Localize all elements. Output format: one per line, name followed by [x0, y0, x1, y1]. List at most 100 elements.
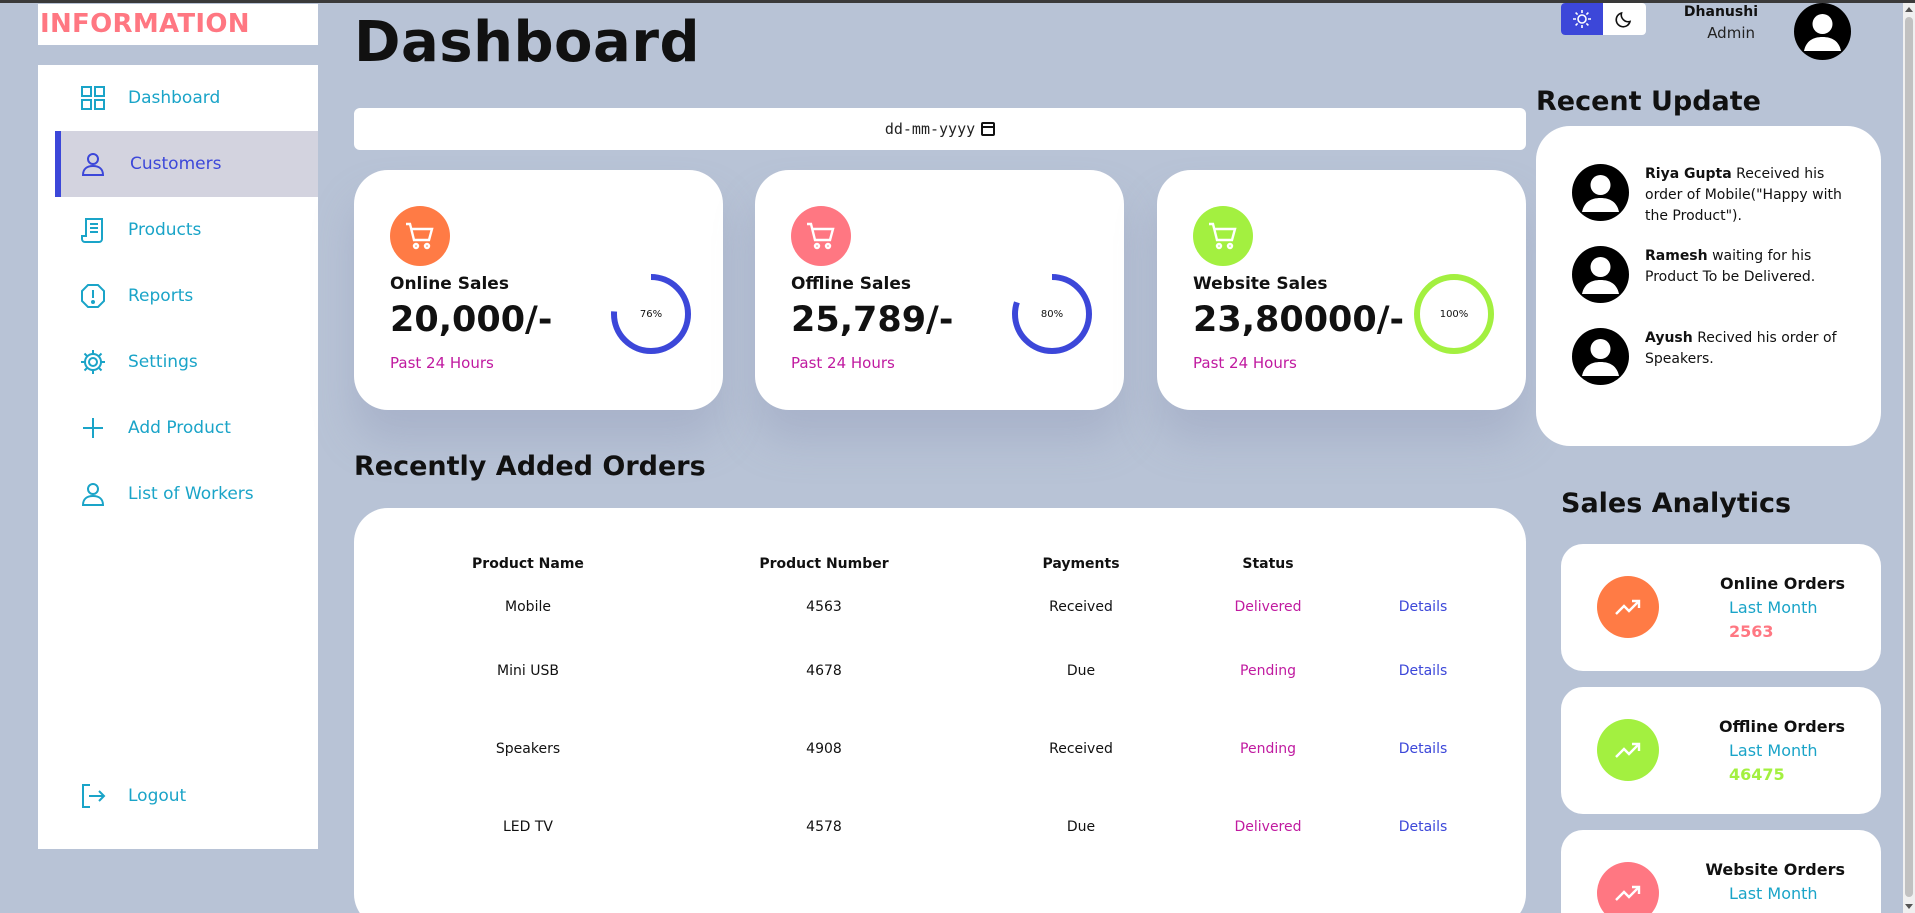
product-number: 4578: [806, 819, 842, 835]
payment-status: Due: [1066, 819, 1096, 835]
column-header: Product Number: [759, 556, 889, 572]
update-text: Ramesh waiting for his Product To be Del…: [1645, 246, 1862, 303]
grid-icon: [78, 83, 108, 113]
updates-title: Recent Update: [1536, 86, 1761, 117]
product-name: Mini USB: [497, 663, 559, 679]
product-name: Speakers: [495, 741, 561, 757]
sidebar-item-label: Dashboard: [128, 88, 221, 108]
avatar: [1572, 164, 1629, 221]
column-header: Payments: [1042, 556, 1120, 572]
analytics-title: Sales Analytics: [1561, 488, 1792, 519]
orders-table-panel: Product Name Product Number Payments Sta…: [354, 508, 1526, 913]
payment-status: Received: [1049, 599, 1113, 615]
order-status: Delivered: [1234, 819, 1302, 835]
logout-icon: [78, 781, 108, 811]
details-link[interactable]: Details: [1320, 710, 1526, 788]
sidebar-item-add-product[interactable]: Add Product: [38, 395, 318, 461]
product-name: Mobile: [505, 599, 551, 615]
analytics-card-title: Offline Orders: [1719, 717, 1845, 736]
update-item: Ayush Recived his order of Speakers.: [1572, 328, 1862, 385]
logout-label: Logout: [128, 786, 187, 806]
cart-icon: [1193, 206, 1253, 266]
receipt-icon: [78, 215, 108, 245]
payment-status: Due: [1066, 663, 1096, 679]
sidebar-item-reports[interactable]: Reports: [38, 263, 318, 329]
page-scrollbar[interactable]: [1903, 3, 1915, 913]
card-value: 23,80000/-: [1193, 300, 1405, 340]
orders-title: Recently Added Orders: [354, 451, 706, 482]
date-input[interactable]: dd-mm-yyyy: [354, 108, 1526, 150]
alert-icon: [78, 281, 108, 311]
sidebar-item-label: Products: [128, 220, 202, 240]
analytics-card-period: Last Month: [1729, 884, 1818, 903]
sidebar-item-label: Settings: [128, 352, 198, 372]
analytics-card-title: Website Orders: [1705, 860, 1845, 879]
table-row: Speakers 4908 Received Pending Details: [354, 710, 1526, 788]
scroll-down-arrow[interactable]: [1905, 904, 1913, 909]
online-sales-card: Online Sales 20,000/- Past 24 Hours 76%: [354, 170, 723, 410]
card-subtitle: Past 24 Hours: [390, 354, 494, 372]
column-header: Status: [1242, 556, 1294, 572]
sidebar-item-label: List of Workers: [128, 484, 254, 504]
update-user: Ayush: [1645, 330, 1693, 346]
sidebar-item-label: Customers: [130, 154, 222, 174]
sidebar-item-label: Add Product: [128, 418, 231, 438]
theme-toggle[interactable]: [1561, 3, 1646, 35]
trending-up-icon: [1597, 862, 1659, 913]
payment-status: Received: [1049, 741, 1113, 757]
progress-label: 100%: [1439, 308, 1469, 320]
sidebar-item-settings[interactable]: Settings: [38, 329, 318, 395]
sun-icon[interactable]: [1561, 3, 1603, 35]
update-text: Ayush Recived his order of Speakers.: [1645, 328, 1862, 385]
avatar: [1572, 328, 1629, 385]
online-orders-card: Online Orders Last Month 2563: [1561, 544, 1881, 671]
card-title: Website Sales: [1193, 274, 1328, 294]
sidebar-item-customers[interactable]: Customers: [55, 131, 318, 197]
progress-label: 80%: [1040, 308, 1064, 320]
cart-icon: [791, 206, 851, 266]
product-name: LED TV: [502, 819, 553, 835]
scroll-up-arrow[interactable]: [1905, 7, 1913, 12]
sidebar-item-dashboard[interactable]: Dashboard: [38, 65, 318, 131]
calendar-icon[interactable]: [981, 122, 996, 136]
user-name: Dhanushi: [1683, 4, 1758, 20]
person-icon: [78, 149, 108, 179]
card-value: 25,789/-: [791, 300, 954, 340]
product-number: 4678: [806, 663, 842, 679]
cart-icon: [390, 206, 450, 266]
moon-icon[interactable]: [1603, 3, 1645, 35]
analytics-card-value: 2563: [1729, 622, 1774, 641]
logout-button[interactable]: Logout: [38, 763, 318, 829]
details-link[interactable]: Details: [1320, 632, 1526, 710]
user-role: Admin: [1707, 24, 1755, 42]
card-title: Online Sales: [390, 274, 509, 294]
orders-table: Product Name Product Number Payments Sta…: [354, 546, 1526, 866]
sidebar-item-list-of-workers[interactable]: List of Workers: [38, 461, 318, 527]
details-link[interactable]: Details: [1320, 788, 1526, 866]
brand-logo: INFORMATION: [38, 4, 318, 45]
product-number: 4563: [806, 599, 842, 615]
order-status: Delivered: [1234, 599, 1302, 615]
details-link[interactable]: Details: [1320, 582, 1526, 632]
sidebar-item-label: Reports: [128, 286, 194, 306]
update-text: Riya Gupta Received his order of Mobile(…: [1645, 164, 1862, 227]
trending-up-icon: [1597, 719, 1659, 781]
scroll-thumb[interactable]: [1905, 17, 1913, 897]
card-value: 20,000/-: [390, 300, 553, 340]
analytics-card-period: Last Month: [1729, 598, 1818, 617]
avatar[interactable]: [1794, 3, 1851, 60]
column-header: Product Name: [472, 556, 584, 572]
progress-label: 76%: [639, 308, 663, 320]
update-item: Ramesh waiting for his Product To be Del…: [1572, 246, 1862, 303]
product-number: 4908: [806, 741, 842, 757]
sidebar-item-products[interactable]: Products: [38, 197, 318, 263]
offline-sales-card: Offline Sales 25,789/- Past 24 Hours 80%: [755, 170, 1124, 410]
page-title: Dashboard: [354, 10, 701, 75]
person-icon: [78, 479, 108, 509]
website-sales-card: Website Sales 23,80000/- Past 24 Hours 1…: [1157, 170, 1526, 410]
date-placeholder: dd-mm-yyyy: [884, 120, 976, 138]
analytics-card-period: Last Month: [1729, 741, 1818, 760]
update-item: Riya Gupta Received his order of Mobile(…: [1572, 164, 1862, 227]
card-subtitle: Past 24 Hours: [1193, 354, 1297, 372]
table-header-row: Product Name Product Number Payments Sta…: [354, 546, 1526, 582]
